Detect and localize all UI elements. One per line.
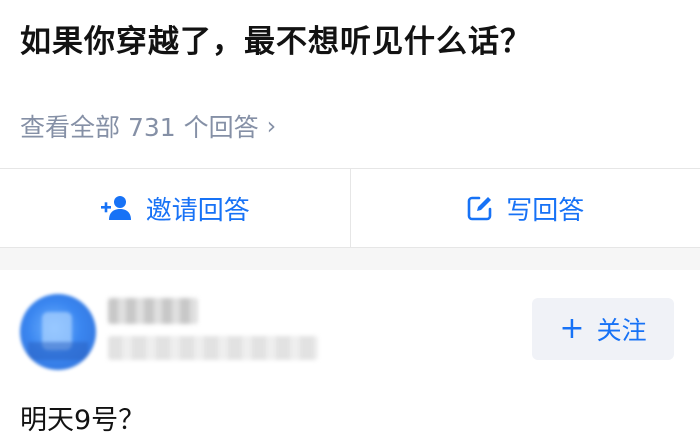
view-all-label: 查看全部 731 个回答 [20,113,259,142]
invite-answer-button[interactable]: 邀请回答 [0,169,350,247]
section-divider [0,248,700,270]
follow-label: 关注 [596,316,647,345]
write-answer-button[interactable]: 写回答 [351,169,700,247]
chevron-right-icon: › [266,112,277,140]
add-person-icon [100,195,134,221]
avatar[interactable] [20,294,96,370]
answer-content[interactable]: 明天9号？ [20,398,145,437]
author-name-blurred[interactable] [108,298,198,324]
answer-action-bar: 邀请回答 写回答 [0,168,700,248]
question-page: 如果你穿越了，最不想听见什么话？ 查看全部 731 个回答 › 邀请回答 写回答… [0,0,700,440]
question-header: 如果你穿越了，最不想听见什么话？ 查看全部 731 个回答 › [0,0,700,168]
view-all-answers-link[interactable]: 查看全部 731 个回答 › [20,108,276,144]
author-bio-blurred [108,336,318,360]
invite-answer-label: 邀请回答 [145,195,250,226]
write-answer-label: 写回答 [506,195,585,226]
answer-card: + 关注 明天9号？ [0,270,700,440]
plus-icon: + [559,311,585,346]
question-title[interactable]: 如果你穿越了，最不想听见什么话？ [20,16,532,61]
edit-icon [466,194,494,222]
follow-button[interactable]: + 关注 [532,298,674,360]
